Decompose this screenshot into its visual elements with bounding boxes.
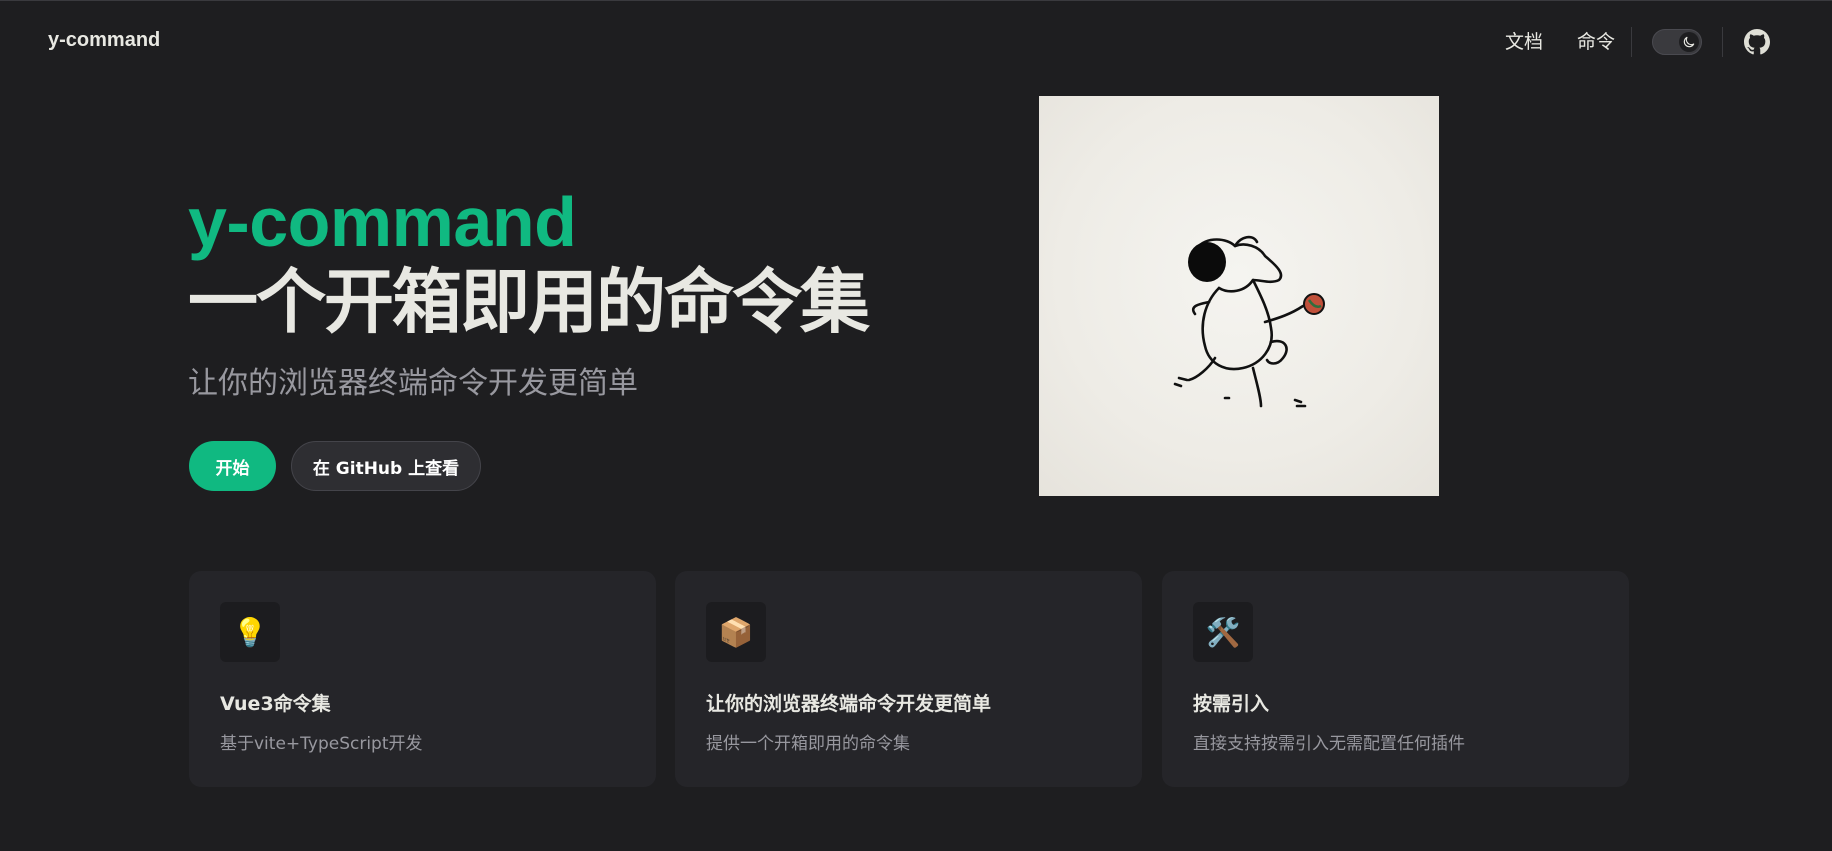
nav-link-commands[interactable]: 命令 <box>1577 27 1615 54</box>
nav-divider <box>1722 27 1723 57</box>
moon-icon <box>1679 32 1699 52</box>
feature-title: 按需引入 <box>1193 693 1270 715</box>
feature-title: 让你的浏览器终端命令开发更简单 <box>706 693 992 715</box>
mouse-illustration <box>1173 235 1325 408</box>
tools-icon: 🛠️ <box>1193 602 1253 662</box>
github-icon[interactable] <box>1744 29 1770 55</box>
feature-card: 🛠️ 按需引入 直接支持按需引入无需配置任何插件 <box>1162 571 1629 787</box>
nav-link-docs[interactable]: 文档 <box>1505 27 1543 54</box>
hero-image <box>1039 96 1439 496</box>
feature-details: 基于vite+TypeScript开发 <box>220 734 423 754</box>
hero-name: y-command <box>188 183 577 261</box>
navbar: y-command 文档 命令 <box>0 1 1832 81</box>
get-started-button[interactable]: 开始 <box>189 441 276 491</box>
view-on-github-button[interactable]: 在 GitHub 上查看 <box>291 441 481 491</box>
hero-text: 一个开箱即用的命令集 <box>188 261 870 343</box>
package-icon: 📦 <box>706 602 766 662</box>
feature-card: 💡 Vue3命令集 基于vite+TypeScript开发 <box>189 571 656 787</box>
lightbulb-icon: 💡 <box>220 602 280 662</box>
feature-details: 提供一个开箱即用的命令集 <box>706 734 910 754</box>
hero-tagline: 让你的浏览器终端命令开发更简单 <box>188 366 638 401</box>
theme-toggle[interactable] <box>1652 29 1702 55</box>
nav-divider <box>1631 27 1632 57</box>
nav-links: 文档 命令 <box>1505 27 1615 54</box>
feature-title: Vue3命令集 <box>220 693 331 715</box>
site-title[interactable]: y-command <box>48 29 160 52</box>
feature-details: 直接支持按需引入无需配置任何插件 <box>1193 734 1465 754</box>
feature-card: 📦 让你的浏览器终端命令开发更简单 提供一个开箱即用的命令集 <box>675 571 1142 787</box>
